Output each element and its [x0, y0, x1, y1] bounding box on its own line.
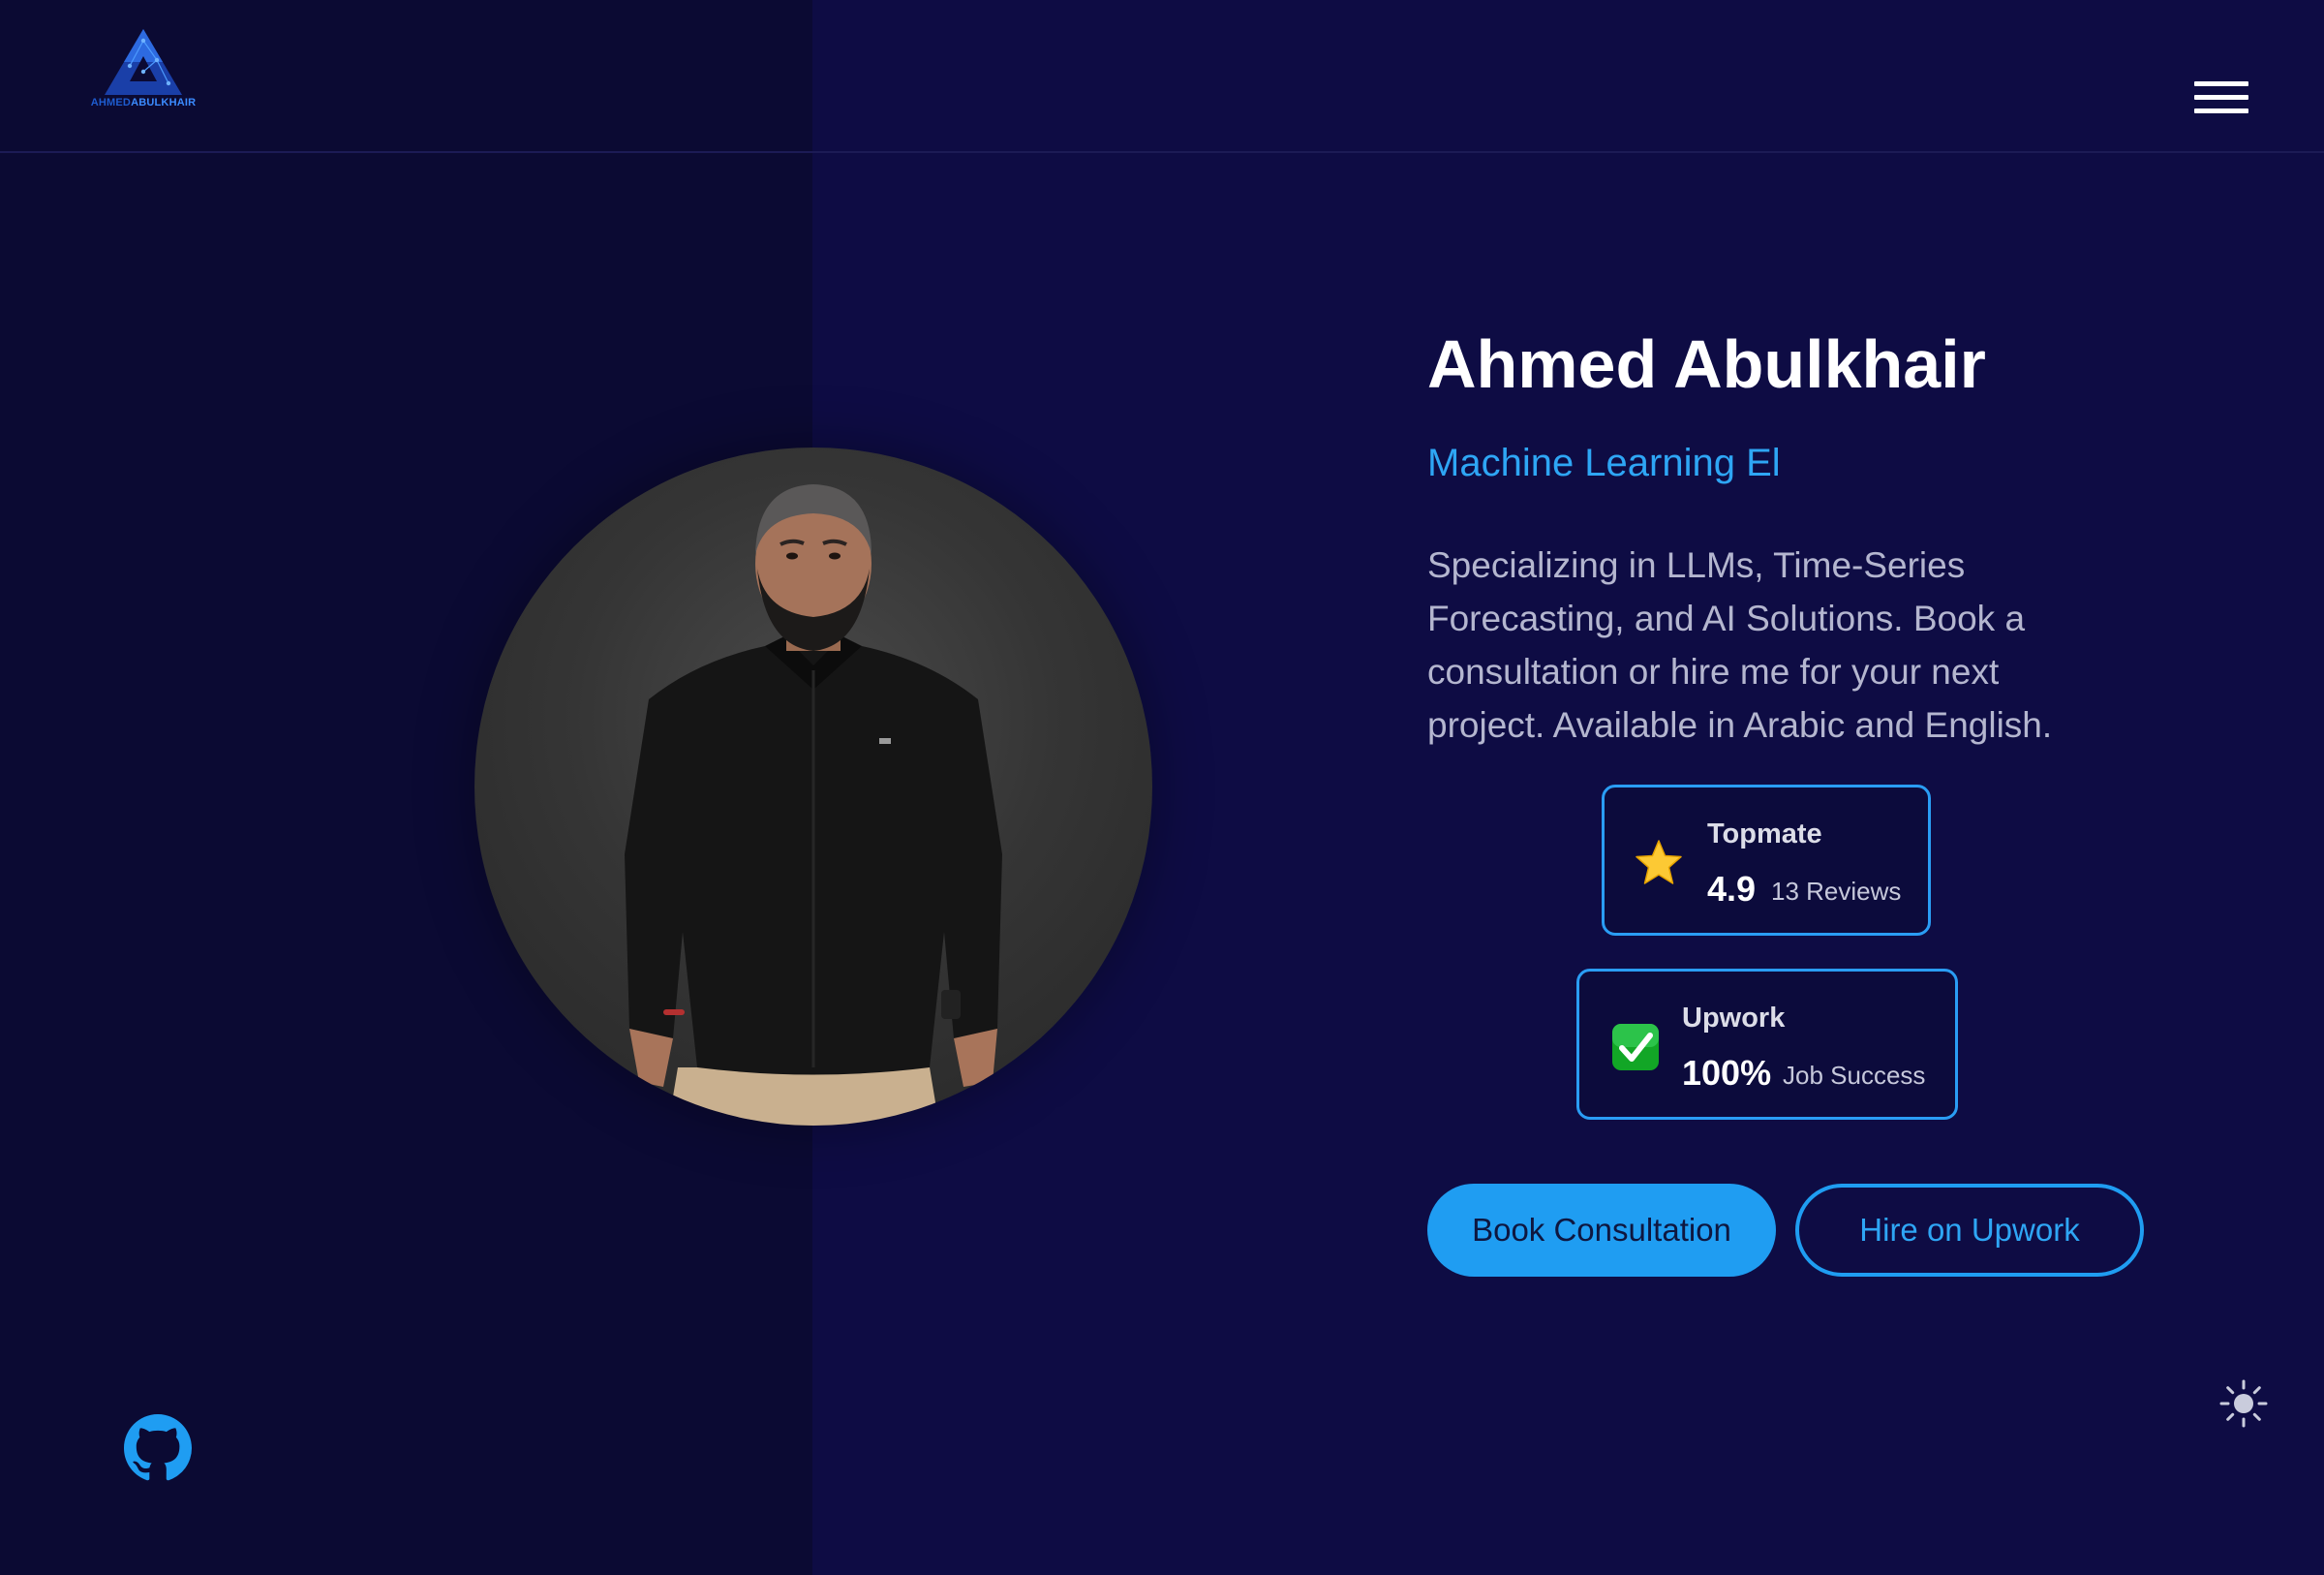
upwork-label: Upwork [1682, 1003, 1786, 1034]
topmate-reviews-count: 13 Reviews [1771, 877, 1902, 906]
person-silhouette-icon [625, 484, 1002, 1126]
logo-text-first: AHMED [90, 97, 132, 108]
topmate-rating-card[interactable]: Topmate 4.9 13 Reviews [1602, 785, 1931, 936]
theme-toggle-button[interactable] [2219, 1379, 2268, 1428]
hero-bio: Specializing in LLMs, Time-Series Foreca… [1427, 545, 2053, 745]
hero-role: Machine Learning El [1427, 442, 1781, 484]
github-icon [124, 1414, 192, 1481]
site-logo[interactable]: AHMEDABULKHAIR [85, 27, 201, 116]
profile-photo [474, 448, 1152, 1126]
sun-icon [2219, 1379, 2268, 1428]
hero-name: Ahmed Abulkhair [1427, 326, 1986, 402]
site-header: AHMEDABULKHAIR [0, 0, 2324, 153]
topmate-rating-value: 4.9 [1707, 869, 1757, 909]
logo-text: AHMEDABULKHAIR [89, 97, 198, 108]
book-consultation-button[interactable]: Book Consultation [1427, 1184, 1776, 1277]
hamburger-icon-line-middle [2194, 95, 2248, 100]
page: AHMEDABULKHAIR Ahmed Abulkhair Machine L… [0, 0, 2324, 1575]
upwork-success-card[interactable]: Upwork 100% Job Success [1576, 969, 1958, 1120]
upwork-success-value: 100% [1682, 1053, 1772, 1093]
hamburger-icon-line-top [2194, 81, 2248, 86]
logo-text-second: ABULKHAIR [131, 97, 197, 108]
check-mark-icon [1612, 1024, 1659, 1070]
github-link[interactable] [124, 1414, 192, 1482]
hamburger-icon-line-bottom [2194, 108, 2248, 113]
hamburger-menu-button[interactable] [2194, 77, 2248, 116]
topmate-label: Topmate [1707, 818, 1822, 849]
upwork-success-caption: Job Success [1783, 1061, 1926, 1090]
hire-on-upwork-button[interactable]: Hire on Upwork [1795, 1184, 2144, 1277]
triangle-network-logo-icon [105, 29, 182, 95]
star-icon [1636, 840, 1682, 884]
